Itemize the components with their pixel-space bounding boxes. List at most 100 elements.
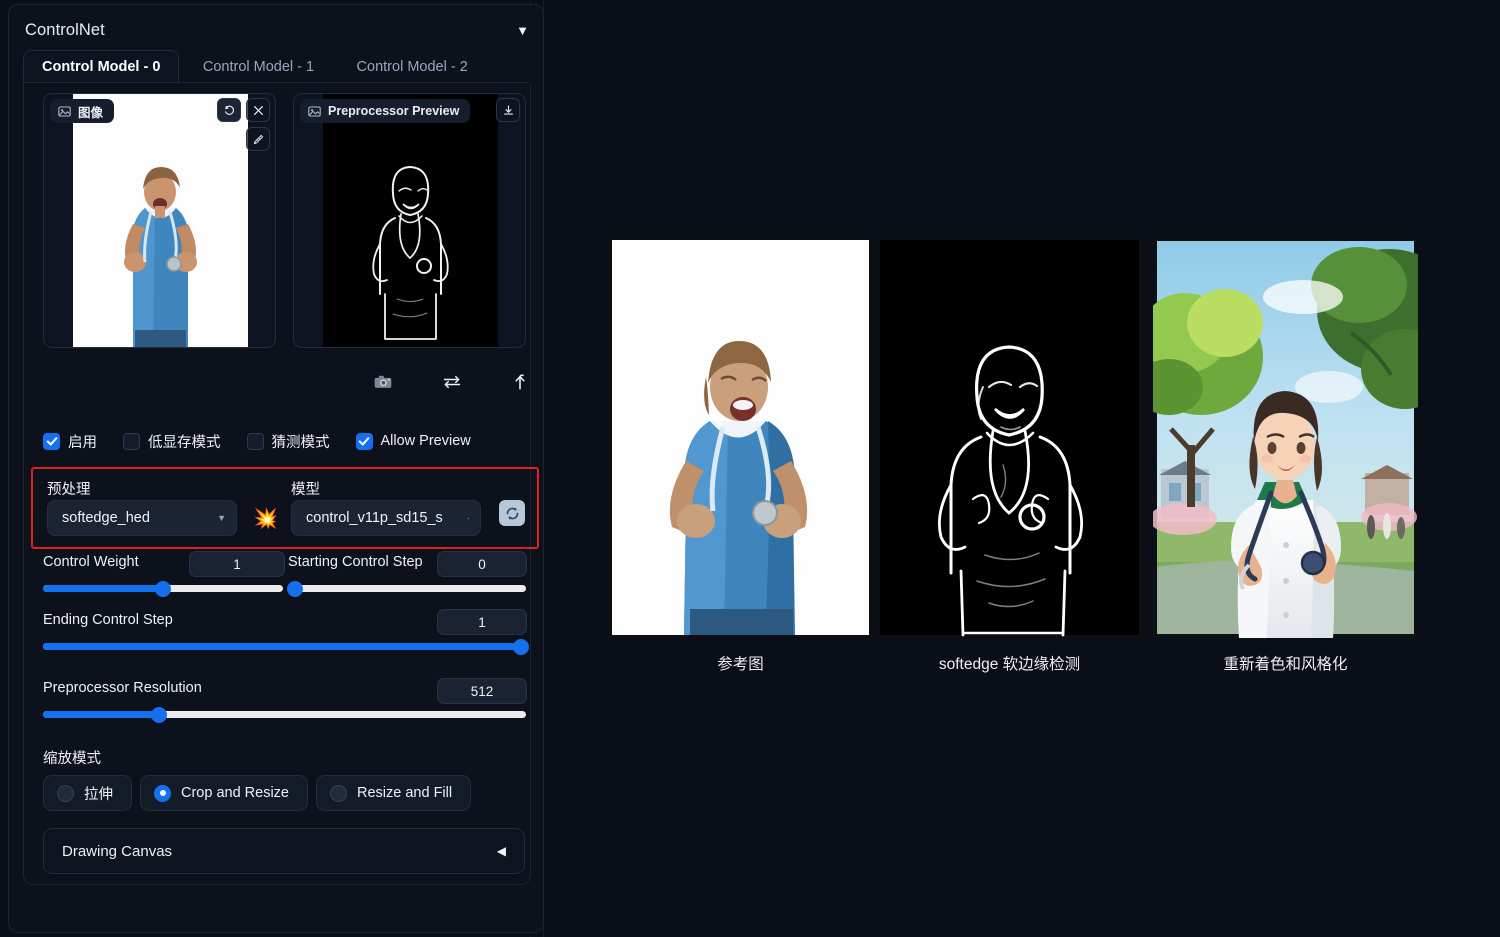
clear-image-button[interactable] — [246, 98, 270, 122]
chevron-down-icon: ▼ — [217, 513, 226, 523]
gallery-image-reference — [608, 237, 873, 638]
checkbox-enable-box[interactable] — [43, 432, 60, 450]
control-weight-slider[interactable] — [43, 580, 283, 597]
gallery-caption-stylized: 重新着色和风格化 — [1223, 656, 1348, 673]
starting-control-step-slider-thumb[interactable] — [287, 580, 304, 597]
radio-stretch[interactable]: 拉伸 — [43, 775, 132, 811]
drawing-canvas-accordion[interactable]: Drawing Canvas ◀ — [43, 828, 525, 874]
close-icon — [253, 105, 263, 115]
preprocessor-value: softedge_hed — [62, 510, 150, 526]
radio-crop-and-resize-label: Crop and Resize — [181, 785, 289, 801]
caret-left-icon[interactable]: ◀ — [497, 844, 506, 858]
undo-button[interactable] — [217, 98, 241, 122]
radio-crop-and-resize-dot[interactable] — [154, 784, 171, 802]
swap-button[interactable] — [438, 368, 466, 396]
checkbox-lowvram-label: 低显存模式 — [148, 434, 221, 451]
result-gallery: 参考图 softedge 软边缘检测 重新着色和风格化 — [608, 237, 1423, 677]
tab-bar: Control Model - 0 Control Model - 1 Cont… — [23, 50, 529, 83]
radio-stretch-dot[interactable] — [57, 784, 74, 802]
gallery-item-stylized[interactable]: 重新着色和风格化 — [1153, 237, 1418, 673]
gallery-item-softedge[interactable]: softedge 软边缘检测 — [877, 237, 1142, 673]
starting-control-step-label: Starting Control Step — [288, 554, 423, 570]
preprocessor-resolution-value[interactable]: 512 — [437, 678, 527, 704]
image-action-toolbar — [369, 367, 534, 397]
ending-control-step-slider-thumb[interactable] — [513, 638, 530, 655]
checkbox-enable[interactable]: 启用 — [43, 431, 97, 452]
starting-control-step-slider[interactable] — [287, 580, 526, 597]
control-image-toolbar-secondary — [246, 127, 270, 151]
options-row: 启用 低显存模式 猜测模式 Allow Preview — [43, 429, 523, 453]
checkbox-guessmode-box[interactable] — [246, 432, 264, 450]
checkbox-allow-preview[interactable]: Allow Preview — [355, 432, 471, 450]
explosion-icon[interactable]: 💥 — [253, 509, 278, 529]
radio-crop-and-resize[interactable]: Crop and Resize — [140, 775, 308, 811]
page-title: ControlNet — [25, 20, 105, 39]
image-icon — [308, 106, 321, 116]
checkbox-allow-preview-label: Allow Preview — [380, 433, 471, 449]
camera-button[interactable] — [369, 368, 397, 396]
preprocessor-label: 预处理 — [47, 482, 91, 498]
preprocessor-preview-image — [323, 94, 498, 347]
gallery-image-stylized — [1153, 237, 1418, 638]
control-image-box[interactable]: 图像 — [43, 93, 276, 348]
ending-control-step-label: Ending Control Step — [43, 612, 173, 628]
image-icon — [58, 106, 71, 116]
preprocessor-resolution-slider-fill — [43, 711, 159, 718]
control-weight-label: Control Weight — [43, 554, 139, 570]
ending-control-step-value[interactable]: 1 — [437, 609, 527, 635]
model-value: control_v11p_sd15_s — [306, 510, 443, 526]
checkbox-enable-label: 启用 — [68, 434, 97, 451]
gallery-item-reference[interactable]: 参考图 — [608, 237, 873, 673]
preprocessor-resolution-label: Preprocessor Resolution — [43, 680, 202, 696]
tab-control-model-1[interactable]: Control Model - 1 — [184, 50, 333, 83]
radio-stretch-label: 拉伸 — [84, 786, 113, 803]
camera-icon — [374, 375, 392, 388]
radio-resize-and-fill[interactable]: Resize and Fill — [316, 775, 472, 811]
preprocessor-preview-tag-label: Preprocessor Preview — [328, 104, 460, 118]
checkbox-allow-preview-box[interactable] — [355, 432, 373, 450]
control-weight-value[interactable]: 1 — [189, 551, 285, 577]
download-icon — [503, 104, 513, 115]
checkbox-lowvram-box[interactable] — [123, 432, 140, 450]
model-select[interactable]: control_v11p_sd15_s · — [291, 500, 481, 536]
preprocessor-preview-tag: Preprocessor Preview — [300, 99, 471, 123]
gallery-caption-reference: 参考图 — [717, 656, 764, 673]
tab-control-model-0[interactable]: Control Model - 0 — [23, 50, 180, 83]
refresh-models-button[interactable] — [499, 500, 525, 526]
arrow-up-icon — [515, 374, 525, 390]
swap-arrows-icon — [443, 375, 460, 389]
ending-control-step-slider[interactable] — [43, 638, 530, 655]
control-weight-slider-fill — [43, 585, 163, 592]
gallery-caption-softedge: softedge 软边缘检测 — [938, 656, 1081, 673]
checkbox-guessmode[interactable]: 猜测模式 — [246, 431, 330, 452]
starting-control-step-value[interactable]: 0 — [437, 551, 527, 577]
tab-control-model-2[interactable]: Control Model - 2 — [338, 50, 487, 83]
panel-header: ControlNet ▼ — [25, 15, 529, 45]
download-button[interactable] — [496, 98, 520, 122]
control-weight-slider-thumb[interactable] — [155, 580, 171, 597]
preprocessor-select[interactable]: softedge_hed ▼ — [47, 500, 237, 536]
radio-resize-and-fill-label: Resize and Fill — [357, 785, 453, 801]
controlnet-panel: ControlNet ▼ Control Model - 0 Control M… — [8, 4, 544, 933]
model-label: 模型 — [291, 482, 320, 498]
chevron-down-icon: · — [467, 513, 470, 523]
resize-mode-title: 缩放模式 — [43, 751, 101, 767]
checkbox-lowvram[interactable]: 低显存模式 — [123, 431, 221, 452]
radio-resize-and-fill-dot[interactable] — [330, 784, 347, 802]
control-image-tag: 图像 — [50, 99, 115, 123]
upload-button[interactable] — [506, 368, 534, 396]
resize-mode-group: 拉伸 Crop and Resize Resize and Fill — [43, 775, 472, 811]
preprocessor-preview-toolbar — [496, 98, 520, 122]
preprocessor-resolution-slider[interactable] — [43, 706, 526, 723]
preprocessor-preview-box[interactable]: Preprocessor Preview — [293, 93, 526, 348]
control-image-toolbar — [217, 98, 270, 122]
control-image-preview — [73, 94, 248, 347]
undo-icon — [224, 105, 234, 115]
checkbox-guessmode-label: 猜测模式 — [271, 434, 330, 451]
preprocessor-resolution-slider-thumb[interactable] — [150, 706, 167, 723]
control-image-tag-label: 图像 — [78, 105, 104, 120]
edit-image-button[interactable] — [246, 127, 270, 151]
caret-down-icon[interactable]: ▼ — [516, 24, 529, 37]
preprocessor-model-group: 预处理 softedge_hed ▼ 💥 模型 control_v11p_sd1… — [31, 467, 539, 549]
drawing-canvas-label: Drawing Canvas — [62, 842, 173, 860]
